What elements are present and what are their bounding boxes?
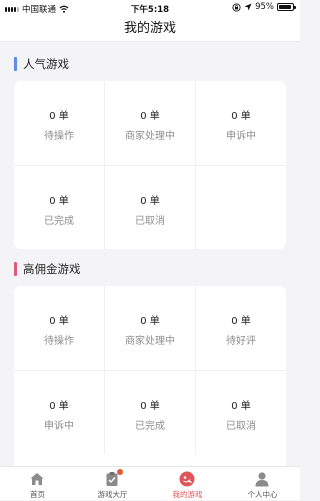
order-status-label: 商家处理中 — [125, 336, 175, 347]
order-count: 0 单 — [49, 111, 69, 122]
order-status-label: 申诉中 — [44, 421, 74, 432]
game-icon — [179, 471, 195, 487]
order-count: 0 单 — [49, 196, 69, 207]
order-status-label: 申诉中 — [226, 131, 256, 142]
location-icon — [244, 3, 252, 11]
tab-game-hall[interactable]: 游戏大厅 — [75, 467, 150, 501]
status-bar: 中国联通 下午5:18 95% — [0, 0, 300, 16]
main-content[interactable]: 人气游戏 0 单 待操作 0 单 商家处理中 0 单 申诉中 0 单 已完成 0… — [0, 42, 300, 466]
order-count: 0 单 — [49, 316, 69, 327]
order-status-awaiting-review[interactable]: 0 单 待好评 — [195, 286, 286, 370]
order-status-merchant-processing[interactable]: 0 单 商家处理中 — [104, 286, 195, 370]
order-status-label: 待操作 — [44, 131, 74, 142]
tab-label: 个人中心 — [247, 490, 278, 499]
section-accent-bar — [14, 262, 17, 276]
order-count: 0 单 — [231, 316, 251, 327]
order-count: 0 单 — [49, 401, 69, 412]
section-title-label: 高佣金游戏 — [23, 262, 81, 276]
section-title-high-commission: 高佣金游戏 — [14, 262, 81, 276]
tab-label: 我的游戏 — [172, 490, 203, 499]
order-status-appealing[interactable]: 0 单 申诉中 — [195, 81, 286, 165]
lock-rotation-icon — [232, 2, 241, 12]
battery-fill — [279, 5, 291, 9]
section-title-label: 人气游戏 — [23, 57, 69, 71]
battery-percent: 95% — [255, 2, 274, 12]
order-status-pending[interactable]: 0 单 待操作 — [14, 81, 104, 165]
order-status-label: 待操作 — [44, 336, 74, 347]
tab-home[interactable]: 首页 — [0, 467, 75, 501]
status-right: 95% — [232, 2, 296, 12]
order-status-label: 待好评 — [226, 336, 256, 347]
order-status-label: 已取消 — [135, 216, 165, 227]
battery-icon — [277, 3, 296, 11]
tab-bar: 首页 游戏大厅 我的游戏 个人中心 — [0, 466, 300, 500]
order-status-label: 已完成 — [44, 216, 74, 227]
person-icon — [255, 472, 269, 487]
page-title: 我的游戏 — [0, 16, 300, 42]
empty-cell — [195, 165, 286, 249]
order-status-completed[interactable]: 0 单 已完成 — [104, 370, 195, 454]
order-card-high-commission: 0 单 待操作 0 单 商家处理中 0 单 待好评 0 单 申诉中 0 单 已完… — [14, 286, 286, 466]
order-status-completed[interactable]: 0 单 已完成 — [14, 165, 104, 249]
order-status-label: 已完成 — [135, 421, 165, 432]
order-status-pending[interactable]: 0 单 待操作 — [14, 286, 104, 370]
order-status-merchant-processing[interactable]: 0 单 商家处理中 — [104, 81, 195, 165]
order-status-cancelled[interactable]: 0 单 已取消 — [104, 165, 195, 249]
tab-profile[interactable]: 个人中心 — [225, 467, 300, 501]
home-icon — [30, 473, 44, 485]
order-count: 0 单 — [231, 111, 251, 122]
order-count: 0 单 — [140, 401, 160, 412]
order-status-label: 商家处理中 — [125, 131, 175, 142]
tab-label: 游戏大厅 — [97, 490, 128, 499]
order-card-popular: 0 单 待操作 0 单 商家处理中 0 单 申诉中 0 单 已完成 0 单 已取… — [14, 81, 286, 249]
section-title-popular: 人气游戏 — [14, 57, 69, 71]
order-status-label: 已取消 — [226, 421, 256, 432]
tab-my-games[interactable]: 我的游戏 — [150, 467, 225, 501]
order-status-cancelled[interactable]: 0 单 已取消 — [195, 370, 286, 454]
order-count: 0 单 — [140, 316, 160, 327]
order-count: 0 单 — [231, 401, 251, 412]
tab-label: 首页 — [30, 490, 45, 499]
order-count: 0 单 — [140, 111, 160, 122]
order-count: 0 单 — [140, 196, 160, 207]
notification-badge — [117, 469, 123, 475]
order-status-appealing[interactable]: 0 单 申诉中 — [14, 370, 104, 454]
section-accent-bar — [14, 57, 17, 71]
